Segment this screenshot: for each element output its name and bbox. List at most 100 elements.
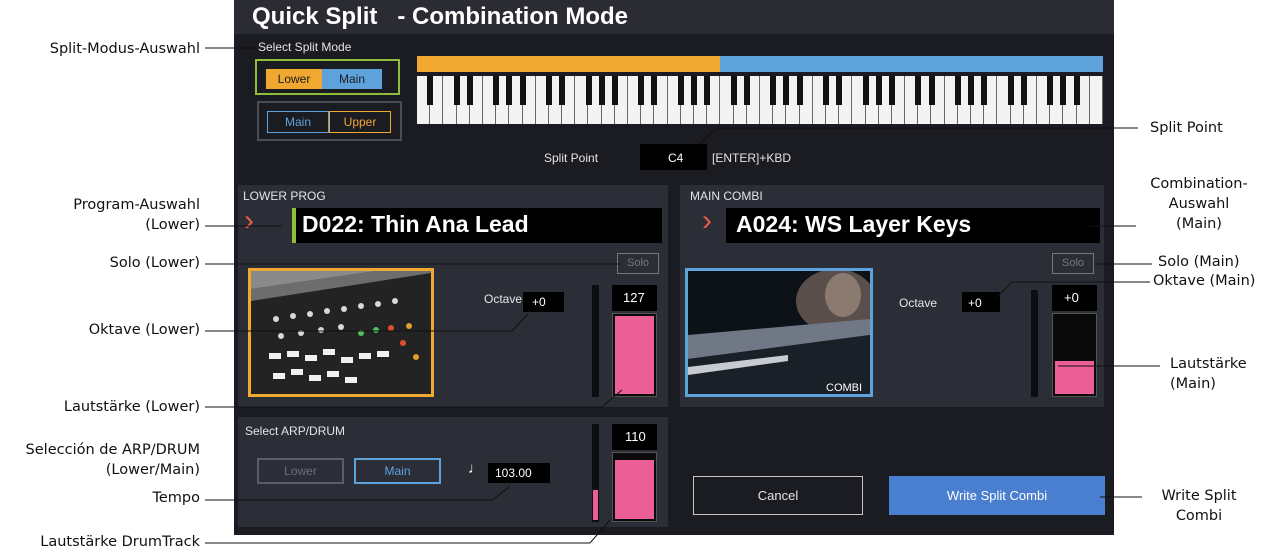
arp-lower-button[interactable]: Lower: [257, 458, 344, 484]
main-combi-image-label: COMBI: [826, 382, 863, 394]
black-key[interactable]: [770, 76, 777, 105]
callout-write-2: Combi: [1175, 508, 1223, 524]
lower-program-accent: [292, 208, 296, 243]
drum-volume-value: 110: [625, 429, 646, 444]
callout-volume-main-2: (Main): [1170, 376, 1216, 392]
synth-image-icon: [251, 271, 431, 394]
device-screen: Quick Split - Combination Mode Select Sp…: [234, 0, 1114, 535]
black-key[interactable]: [954, 76, 961, 105]
callout-drum-volume: Lautstärke DrumTrack: [40, 534, 200, 550]
black-key[interactable]: [1060, 76, 1067, 105]
black-key[interactable]: [968, 76, 975, 105]
lower-solo-button[interactable]: Solo: [617, 253, 659, 274]
black-key[interactable]: [427, 76, 434, 105]
main-combi-name: A024: WS Layer Keys: [736, 211, 972, 237]
split-upper-outline-segment: Upper: [329, 111, 391, 133]
black-key[interactable]: [638, 76, 645, 105]
drum-volume-slider[interactable]: [612, 452, 657, 522]
main-range-bar: [720, 56, 1103, 72]
callout-volume-lower: Lautstärke (Lower): [63, 399, 200, 415]
split-main-segment: Main: [322, 69, 382, 89]
main-combi-chevron-icon[interactable]: ›: [702, 204, 712, 238]
black-key[interactable]: [704, 76, 711, 105]
lower-program-name: D022: Thin Ana Lead: [302, 211, 529, 237]
black-key[interactable]: [466, 76, 473, 105]
lower-prog-header: LOWER PROG: [243, 189, 326, 203]
black-key[interactable]: [743, 76, 750, 105]
callout-program-lower-1: Program-Auswahl: [73, 197, 200, 213]
black-key[interactable]: [783, 76, 790, 105]
main-combi-header: MAIN COMBI: [690, 189, 763, 203]
callout-combi-main-1: Combination-: [1150, 176, 1248, 192]
black-key[interactable]: [888, 76, 895, 105]
black-key[interactable]: [598, 76, 605, 105]
lower-volume-slider[interactable]: [612, 313, 657, 397]
callout-program-lower-2: (Lower): [145, 217, 200, 233]
black-key[interactable]: [545, 76, 552, 105]
black-key[interactable]: [585, 76, 592, 105]
callout-solo-lower: Solo (Lower): [109, 255, 200, 271]
callout-octave-main: Oktave (Main): [1153, 273, 1256, 289]
main-combi-image: [685, 268, 873, 397]
black-key[interactable]: [836, 76, 843, 105]
black-key[interactable]: [677, 76, 684, 105]
drum-level-meter: [592, 424, 599, 522]
black-key[interactable]: [981, 76, 988, 105]
write-split-combi-button[interactable]: Write Split Combi: [889, 476, 1105, 515]
black-key[interactable]: [519, 76, 526, 105]
main-octave-label: Octave: [899, 296, 938, 310]
lower-volume-value: 127: [623, 290, 645, 305]
split-point-label: Split Point: [544, 151, 599, 165]
black-key[interactable]: [928, 76, 935, 105]
split-point-value: C4: [668, 151, 684, 165]
arp-main-button[interactable]: Main: [354, 458, 441, 484]
black-key[interactable]: [506, 76, 513, 105]
callout-octave-lower: Oktave (Lower): [88, 322, 200, 338]
lower-program-image: [248, 268, 434, 397]
black-key[interactable]: [796, 76, 803, 105]
split-mode-option-main-upper[interactable]: Main Upper: [257, 101, 402, 141]
black-key[interactable]: [493, 76, 500, 105]
split-mode-option-lower-main[interactable]: Lower Main: [255, 59, 400, 95]
lower-level-meter: [592, 285, 599, 397]
callout-solo-main: Solo (Main): [1158, 254, 1240, 270]
black-key[interactable]: [730, 76, 737, 105]
arp-drum-header: Select ARP/DRUM: [245, 424, 346, 438]
callout-volume-main-1: Lautstärke: [1170, 356, 1247, 372]
cancel-button[interactable]: Cancel: [693, 476, 863, 515]
black-key[interactable]: [453, 76, 460, 105]
lower-octave-value: +0: [532, 295, 546, 309]
split-point-hint: [ENTER]+KBD: [712, 151, 792, 165]
black-key[interactable]: [1007, 76, 1014, 105]
callout-arp-2: (Lower/Main): [105, 462, 200, 478]
main-volume-slider[interactable]: [1052, 313, 1097, 397]
white-key[interactable]: [1089, 76, 1103, 124]
lower-octave-label: Octave: [484, 292, 523, 306]
tempo-value: 103.00: [495, 466, 532, 480]
black-key[interactable]: [559, 76, 566, 105]
black-key[interactable]: [862, 76, 869, 105]
black-key[interactable]: [1047, 76, 1054, 105]
black-key[interactable]: [691, 76, 698, 105]
split-lower-segment: Lower: [266, 69, 322, 89]
lower-range-bar: [417, 56, 720, 72]
keyboard-display[interactable]: [417, 76, 1103, 124]
black-key[interactable]: [651, 76, 658, 105]
main-level-meter: [1031, 290, 1038, 397]
tempo-note-icon: ♩: [468, 460, 483, 477]
black-key[interactable]: [875, 76, 882, 105]
callout-split-mode: Split-Modus-Auswahl: [49, 41, 200, 57]
lower-prog-chevron-icon[interactable]: ›: [244, 204, 254, 238]
page-title: Quick Split - Combination Mode: [252, 3, 628, 30]
black-key[interactable]: [1020, 76, 1027, 105]
black-key[interactable]: [822, 76, 829, 105]
main-volume-fill: [1055, 361, 1094, 394]
black-key[interactable]: [611, 76, 618, 105]
drum-level-meter-fill: [593, 490, 598, 520]
callout-write-1: Write Split: [1161, 488, 1237, 504]
callout-split-point: Split Point: [1150, 120, 1223, 136]
main-solo-button[interactable]: Solo: [1052, 253, 1094, 274]
black-key[interactable]: [915, 76, 922, 105]
main-volume-value: +0: [1064, 290, 1079, 305]
black-key[interactable]: [1073, 76, 1080, 105]
